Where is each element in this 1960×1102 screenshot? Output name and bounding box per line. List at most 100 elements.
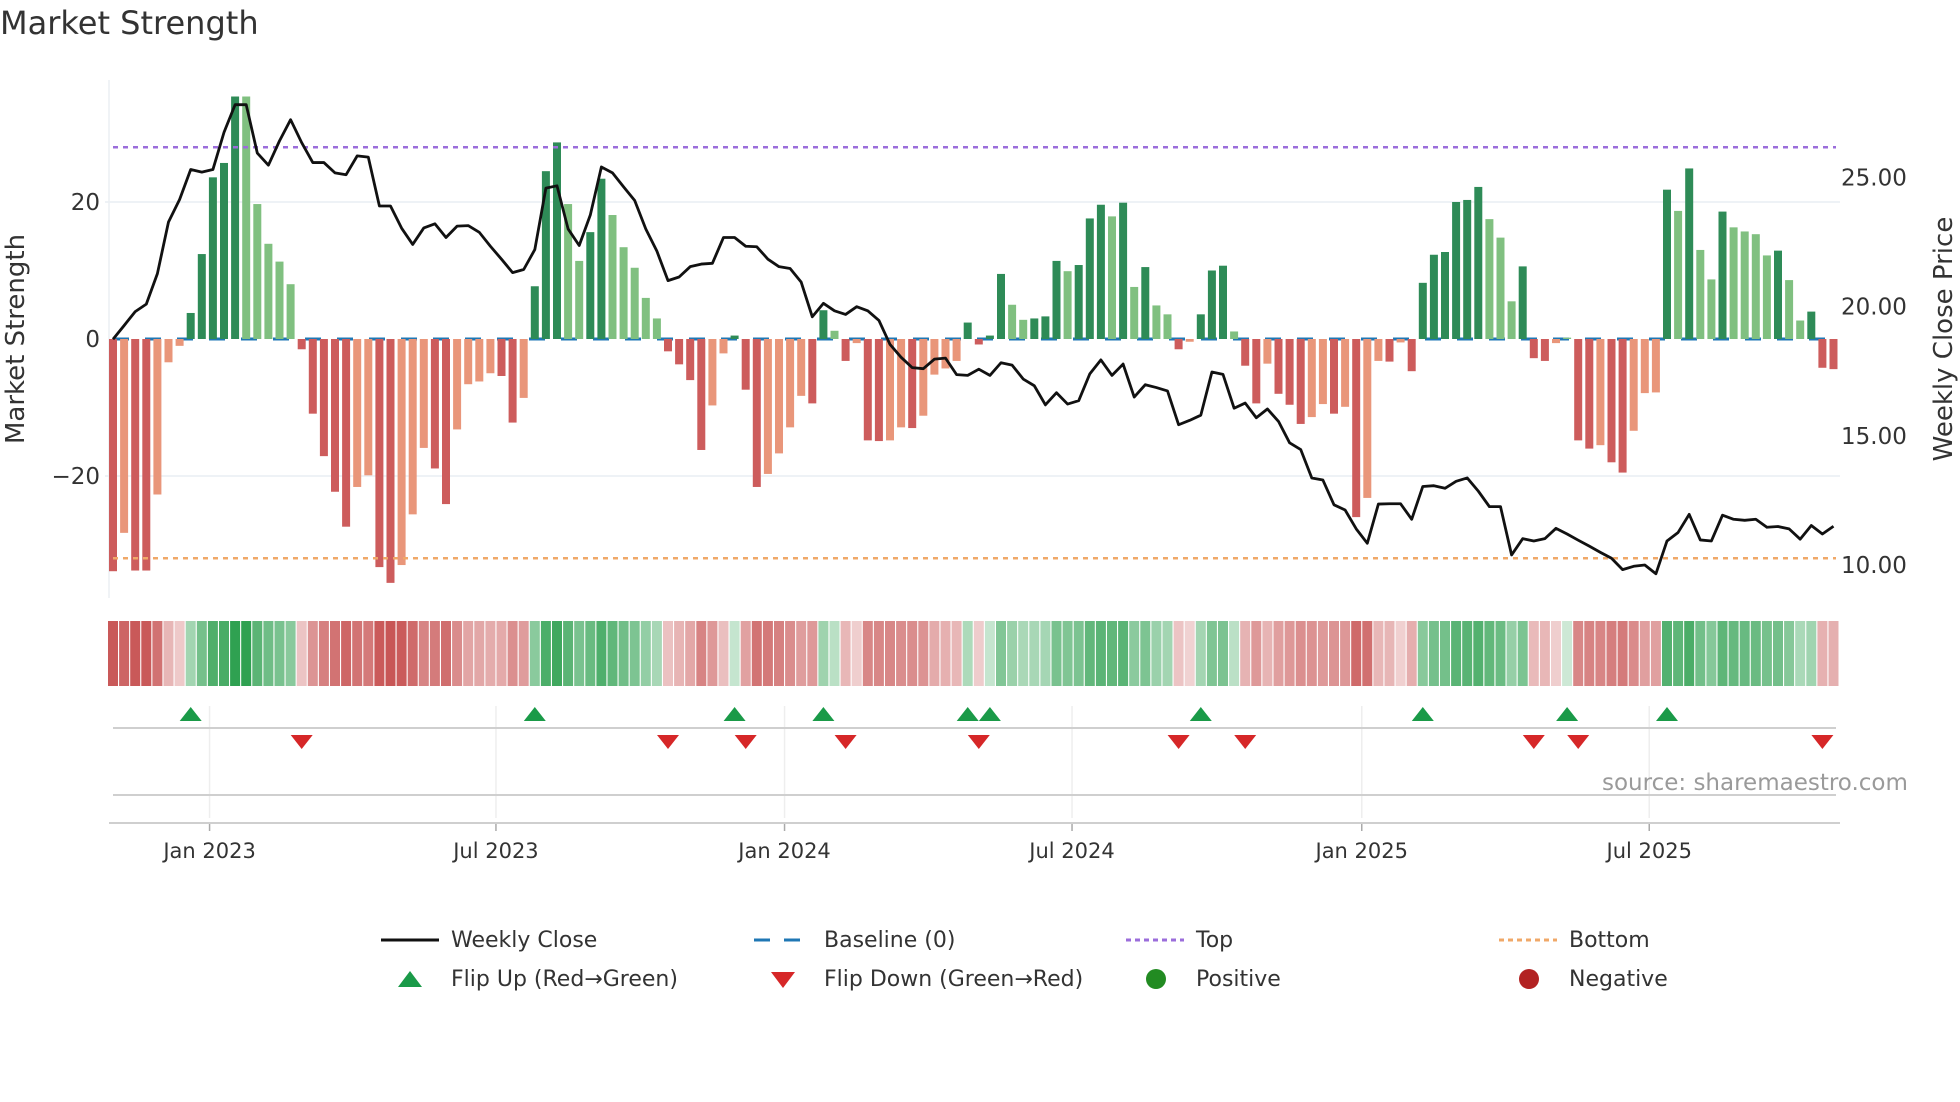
strength-heat-cell xyxy=(1773,621,1783,686)
strength-heat-cell xyxy=(740,621,751,686)
strength-bar xyxy=(1540,339,1549,361)
strength-bar xyxy=(1196,314,1205,339)
strength-heat-cell xyxy=(640,621,651,686)
strength-bar xyxy=(297,339,306,350)
strength-bar xyxy=(1785,280,1794,339)
strength-bar xyxy=(763,339,772,474)
strength-heat-cell xyxy=(1695,621,1706,686)
strength-bar xyxy=(386,339,395,583)
y2-tick-label: 15.00 xyxy=(1841,424,1907,450)
strength-heat-cell xyxy=(552,621,562,686)
legend-label: Flip Up (Red→Green) xyxy=(451,966,678,992)
strength-bar xyxy=(1807,311,1816,339)
strength-bar xyxy=(1740,231,1749,339)
strength-bar xyxy=(1696,249,1705,339)
y2-axis-title: Weekly Close Price xyxy=(1929,217,1959,462)
strength-bar xyxy=(675,339,684,365)
strength-heat-cell xyxy=(1151,621,1162,686)
strength-bar xyxy=(1119,202,1128,339)
y-axis-title: Market Strength xyxy=(1,234,31,444)
strength-heat-cell xyxy=(507,621,518,686)
strength-heat-cell xyxy=(1284,621,1295,686)
strength-bar xyxy=(686,339,695,381)
strength-bar xyxy=(586,232,595,339)
strength-heat-cell xyxy=(1317,621,1328,686)
strength-heat-cell xyxy=(1817,621,1828,686)
strength-heat-cell xyxy=(984,621,995,686)
legend-label: Flip Down (Green→Red) xyxy=(824,966,1084,992)
legend-label: Negative xyxy=(1569,966,1668,992)
strength-heat-cell xyxy=(718,621,729,686)
strength-bar xyxy=(719,339,728,354)
strength-heat-cell xyxy=(1073,621,1084,686)
strength-bar xyxy=(775,339,783,454)
strength-heat-cell xyxy=(1118,621,1129,686)
strength-bar xyxy=(131,339,140,571)
legend-top: Top xyxy=(1126,925,1233,955)
strength-heat-cell xyxy=(1029,621,1040,686)
legend-label: Baseline (0) xyxy=(824,927,956,953)
strength-bar xyxy=(1574,339,1583,441)
strength-bar xyxy=(197,254,206,339)
strength-bar xyxy=(1707,279,1716,339)
strength-bar xyxy=(142,339,151,571)
strength-bar xyxy=(985,335,994,339)
strength-bar xyxy=(319,339,328,457)
strength-heat-cell xyxy=(1373,621,1384,686)
strength-heat-cell xyxy=(940,621,951,686)
strength-heat-cell xyxy=(352,621,363,686)
strength-heat-cell xyxy=(751,621,762,686)
strength-bar xyxy=(231,96,240,339)
strength-heat-cell xyxy=(1206,621,1217,686)
strength-heat-cell xyxy=(1573,621,1584,686)
strength-heat-cell xyxy=(1684,621,1695,686)
strength-bar xyxy=(630,267,639,339)
triangle-down-icon xyxy=(771,972,795,988)
strength-heat-cell xyxy=(285,621,296,686)
strength-bar xyxy=(1274,339,1283,394)
flip-up-marker xyxy=(179,707,202,721)
strength-heat-cell xyxy=(163,621,174,686)
strength-heat-cell xyxy=(840,621,851,686)
strength-heat-cell xyxy=(1528,621,1539,686)
flip-up-marker xyxy=(523,707,546,721)
strength-heat-cell xyxy=(1251,621,1262,686)
strength-heat-cell xyxy=(1462,621,1473,686)
strength-bar xyxy=(408,339,417,515)
strength-bar xyxy=(1596,339,1605,446)
strength-heat-cell xyxy=(962,621,973,686)
strength-bar xyxy=(1074,265,1083,339)
strength-heat-cell xyxy=(1784,621,1795,686)
strength-heat-cell xyxy=(951,621,962,686)
y2-tick-label: 25.00 xyxy=(1841,166,1907,192)
strength-bar xyxy=(1052,260,1061,339)
strength-heat-cell xyxy=(907,621,918,686)
strength-bar xyxy=(575,260,584,339)
strength-heat-cell xyxy=(429,621,440,686)
strength-bar xyxy=(442,339,450,505)
strength-heat-cell xyxy=(119,621,130,686)
strength-bar xyxy=(109,339,117,572)
strength-bar xyxy=(1818,339,1827,368)
line-swatch-icon xyxy=(381,938,439,942)
strength-bar xyxy=(1762,255,1771,339)
strength-heat-cell xyxy=(230,621,241,686)
strength-heat-cell xyxy=(241,621,252,686)
strength-heat-cell xyxy=(1095,621,1106,686)
y2-tick-label: 10.00 xyxy=(1841,553,1907,579)
legend-bottom: Bottom xyxy=(1499,925,1650,955)
strength-heat-cell xyxy=(385,621,396,686)
strength-heat-cell xyxy=(1262,621,1273,686)
strength-heat-cell xyxy=(1451,621,1462,686)
strength-bar xyxy=(1552,339,1560,344)
strength-bar xyxy=(1008,304,1017,339)
strength-bar xyxy=(464,339,473,385)
strength-bar xyxy=(275,261,284,339)
strength-heat-cell xyxy=(774,621,784,686)
strength-bar xyxy=(708,339,717,406)
dotted-line-swatch-icon xyxy=(1126,938,1184,942)
strength-heat-cell xyxy=(1007,621,1018,686)
strength-heat-cell xyxy=(1428,621,1439,686)
market-strength-chart: −20 0 20 10.00 15.00 20.00 25.00 Market Strengt… xyxy=(1,80,1959,863)
strength-bar xyxy=(519,339,528,398)
